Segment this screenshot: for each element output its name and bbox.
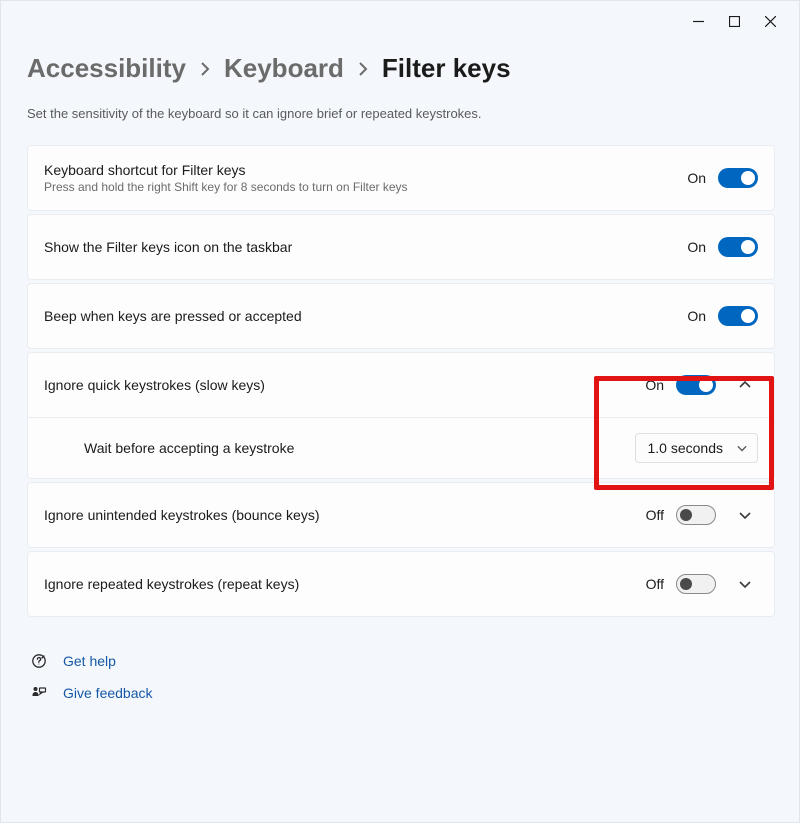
row-bounce-keys: Ignore unintended keystrokes (bounce key… <box>27 482 775 548</box>
page-subtitle: Set the sensitivity of the keyboard so i… <box>27 106 775 121</box>
row-repeat-keys: Ignore repeated keystrokes (repeat keys)… <box>27 551 775 617</box>
link-give-feedback[interactable]: Give feedback <box>31 685 775 701</box>
row-title: Ignore unintended keystrokes (bounce key… <box>44 507 646 523</box>
row-description: Press and hold the right Shift key for 8… <box>44 180 687 194</box>
toggle-state-label: Off <box>646 507 664 523</box>
breadcrumb-keyboard[interactable]: Keyboard <box>224 53 344 84</box>
chevron-right-icon <box>200 62 210 79</box>
row-title: Show the Filter keys icon on the taskbar <box>44 239 687 255</box>
row-taskbar-icon: Show the Filter keys icon on the taskbar… <box>27 214 775 280</box>
link-label: Get help <box>63 653 116 669</box>
page-title: Filter keys <box>382 53 511 84</box>
row-title: Keyboard shortcut for Filter keys <box>44 162 687 178</box>
row-keyboard-shortcut: Keyboard shortcut for Filter keys Press … <box>27 145 775 211</box>
toggle-keyboard-shortcut[interactable] <box>718 168 758 188</box>
sub-row-label: Wait before accepting a keystroke <box>84 440 635 456</box>
breadcrumb: Accessibility Keyboard Filter keys <box>27 53 775 84</box>
row-title: Ignore repeated keystrokes (repeat keys) <box>44 576 646 592</box>
feedback-icon <box>31 685 49 701</box>
row-title: Ignore quick keystrokes (slow keys) <box>44 377 645 393</box>
toggle-beep[interactable] <box>718 306 758 326</box>
select-value: 1.0 seconds <box>648 440 724 456</box>
toggle-state-label: On <box>645 377 664 393</box>
toggle-taskbar-icon[interactable] <box>718 237 758 257</box>
breadcrumb-accessibility[interactable]: Accessibility <box>27 53 186 84</box>
row-beep: Beep when keys are pressed or accepted O… <box>27 283 775 349</box>
toggle-state-label: Off <box>646 576 664 592</box>
help-icon <box>31 653 49 669</box>
maximize-button[interactable] <box>727 14 741 28</box>
chevron-down-icon[interactable] <box>732 509 758 521</box>
toggle-repeat-keys[interactable] <box>676 574 716 594</box>
row-title: Beep when keys are pressed or accepted <box>44 308 687 324</box>
select-wait-before-accepting[interactable]: 1.0 seconds <box>635 433 759 463</box>
link-get-help[interactable]: Get help <box>31 653 775 669</box>
chevron-up-icon[interactable] <box>732 379 758 391</box>
toggle-slow-keys[interactable] <box>676 375 716 395</box>
chevron-down-icon <box>737 443 747 453</box>
row-slow-keys: Ignore quick keystrokes (slow keys) On W… <box>27 352 775 479</box>
chevron-right-icon <box>358 62 368 79</box>
row-slow-keys-sub: Wait before accepting a keystroke 1.0 se… <box>28 417 774 478</box>
minimize-button[interactable] <box>691 14 705 28</box>
toggle-state-label: On <box>687 239 706 255</box>
chevron-down-icon[interactable] <box>732 578 758 590</box>
toggle-state-label: On <box>687 308 706 324</box>
toggle-state-label: On <box>687 170 706 186</box>
toggle-bounce-keys[interactable] <box>676 505 716 525</box>
close-button[interactable] <box>763 14 777 28</box>
link-label: Give feedback <box>63 685 153 701</box>
